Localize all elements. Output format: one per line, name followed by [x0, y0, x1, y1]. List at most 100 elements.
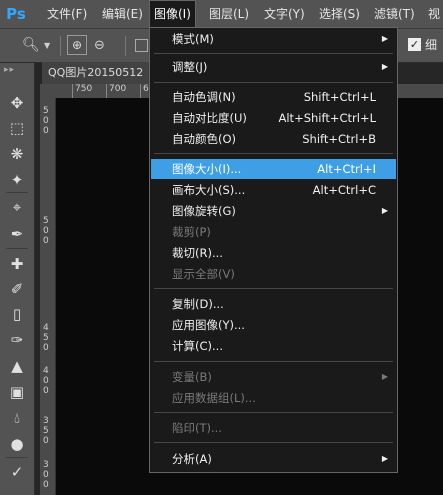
clone-stamp-tool-icon[interactable]: ▯ — [4, 303, 30, 325]
pen-tool-icon[interactable]: ✓ — [4, 461, 30, 483]
menu-item-calculations[interactable]: 计算(C)... — [151, 336, 396, 356]
menu-select[interactable]: 选择(S) — [319, 0, 360, 28]
ruler-label: 0 — [43, 236, 49, 246]
ruler-label: 3 — [43, 460, 49, 470]
menu-item-adjustments[interactable]: 调整(J) ▶ — [151, 57, 396, 77]
submenu-arrow-icon: ▶ — [381, 34, 388, 43]
menu-type[interactable]: 文字(Y) — [264, 0, 305, 28]
menu-item-canvas-size[interactable]: 画布大小(S)... Alt+Ctrl+C — [151, 180, 396, 200]
healing-brush-tool-icon[interactable]: ✚ — [4, 253, 30, 275]
menu-item-shortcut: Alt+Shift+Ctrl+L — [278, 111, 377, 125]
menu-item-image-size[interactable]: 图像大小(I)... Alt+Ctrl+I — [151, 159, 396, 179]
menu-item-analysis[interactable]: 分析(A) ▶ — [151, 449, 396, 469]
ruler-label: 4 — [43, 366, 49, 376]
menu-item-label: 模式(M) — [172, 32, 214, 46]
image-menu-dropdown: 模式(M) ▶ 调整(J) ▶ 自动色调(N) Shift+Ctrl+L 自动对… — [149, 27, 398, 473]
menu-item-label: 调整(J) — [172, 60, 208, 74]
menu-item-label: 分析(A) — [172, 452, 212, 466]
ruler-label: 0 — [43, 386, 49, 396]
tool-preset-dropdown-icon[interactable]: ▼ — [44, 29, 50, 62]
submenu-arrow-icon: ▶ — [381, 372, 388, 381]
zoom-out-icon[interactable]: ⊖ — [94, 29, 105, 62]
eraser-tool-icon[interactable]: ▲ — [4, 355, 30, 377]
ruler-vertical: 5 0 0 5 0 0 4 5 0 4 0 0 3 5 0 3 0 0 — [40, 98, 56, 495]
tools-panel: ▸▸ ✥ ⬚ ❋ ✦ ⌖ ✒ ✚ ✐ ▯ ✑ ▲ ▣ 💧︎ ● ✓ — [0, 63, 35, 495]
resize-windows-checkbox[interactable] — [135, 39, 148, 52]
menu-item-auto-contrast[interactable]: 自动对比度(U) Alt+Shift+Ctrl+L — [151, 108, 396, 128]
tool-divider — [6, 192, 28, 193]
menu-filter[interactable]: 滤镜(T) — [374, 0, 415, 28]
tool-divider — [6, 248, 28, 249]
menu-item-label: 变量(B) — [172, 370, 212, 384]
ruler-label: 0 — [43, 343, 49, 353]
ruler-label: 5 — [43, 106, 49, 116]
menu-image[interactable]: 图像(I) — [149, 0, 196, 27]
menu-item-auto-color[interactable]: 自动颜色(O) Shift+Ctrl+B — [151, 129, 396, 149]
menu-item-variables[interactable]: 变量(B) ▶ — [151, 367, 396, 387]
menu-view[interactable]: 视 — [428, 0, 440, 28]
ruler-label: 4 — [43, 323, 49, 333]
magic-wand-tool-icon[interactable]: ✦ — [4, 169, 30, 191]
menu-layer[interactable]: 图层(L) — [209, 0, 249, 28]
menu-separator — [154, 153, 393, 154]
menu-item-mode[interactable]: 模式(M) ▶ — [151, 29, 396, 49]
menu-item-label: 图像大小(I)... — [172, 162, 242, 176]
scrubby-zoom-checkbox[interactable]: ✓ — [408, 38, 421, 51]
menu-item-label: 裁剪(P) — [172, 225, 211, 239]
menu-item-shortcut: Alt+Ctrl+C — [312, 183, 376, 197]
menu-item-shortcut: Alt+Ctrl+I — [317, 162, 376, 176]
zoom-in-icon[interactable]: ⊕ — [67, 35, 87, 55]
menu-item-crop[interactable]: 裁剪(P) — [151, 222, 396, 242]
panel-grip-icon[interactable]: ▸▸ — [4, 65, 15, 75]
submenu-arrow-icon: ▶ — [381, 454, 388, 463]
ruler-label: 700 — [106, 84, 126, 98]
menu-item-apply-data-set[interactable]: 应用数据组(L)... — [151, 388, 396, 408]
menu-item-shortcut: Shift+Ctrl+L — [303, 90, 376, 104]
crop-tool-icon[interactable]: ⌖ — [4, 196, 30, 218]
menu-item-label: 应用图像(Y)... — [172, 318, 245, 332]
ruler-label: 0 — [43, 126, 49, 136]
blur-tool-icon[interactable]: 💧︎ — [4, 407, 30, 429]
ruler-label: 750 — [72, 84, 92, 98]
menu-item-label: 画布大小(S)... — [172, 183, 246, 197]
lasso-tool-icon[interactable]: ❋ — [4, 143, 30, 165]
menu-separator — [154, 82, 393, 83]
menu-item-label: 图像旋转(G) — [172, 204, 236, 218]
marquee-tool-icon[interactable]: ⬚ — [4, 117, 30, 139]
menu-item-trim[interactable]: 裁切(R)... — [151, 243, 396, 263]
tool-divider — [6, 457, 28, 458]
menu-item-label: 显示全部(V) — [172, 267, 235, 281]
ruler-label: 0 — [43, 116, 49, 126]
dodge-tool-icon[interactable]: ● — [4, 433, 30, 455]
menu-separator — [154, 288, 393, 289]
menu-separator — [154, 53, 393, 54]
menu-item-auto-tone[interactable]: 自动色调(N) Shift+Ctrl+L — [151, 87, 396, 107]
brush-tool-icon[interactable]: ✐ — [4, 278, 30, 300]
options-divider — [125, 36, 126, 56]
menu-item-duplicate[interactable]: 复制(D)... — [151, 294, 396, 314]
ruler-label: 0 — [43, 480, 49, 490]
menu-item-trap[interactable]: 陷印(T)... — [151, 418, 396, 438]
submenu-arrow-icon: ▶ — [381, 62, 388, 71]
menu-item-shortcut: Shift+Ctrl+B — [302, 132, 376, 146]
menu-file[interactable]: 文件(F) — [47, 0, 87, 28]
menu-item-label: 复制(D)... — [172, 297, 224, 311]
menu-item-image-rotation[interactable]: 图像旋转(G) ▶ — [151, 201, 396, 221]
ruler-label: 0 — [43, 436, 49, 446]
menu-item-label: 计算(C)... — [172, 339, 223, 353]
menu-item-apply-image[interactable]: 应用图像(Y)... — [151, 315, 396, 335]
document-tab[interactable]: QQ图片20150512 — [42, 62, 150, 84]
menu-separator — [154, 442, 393, 443]
history-brush-tool-icon[interactable]: ✑ — [4, 329, 30, 351]
zoom-tool-icon[interactable]: 🔍︎ — [22, 29, 40, 62]
menu-item-label: 自动颜色(O) — [172, 132, 237, 146]
ruler-label: 0 — [43, 226, 49, 236]
menu-edit[interactable]: 编辑(E) — [102, 0, 143, 28]
move-tool-icon[interactable]: ✥ — [4, 92, 30, 114]
gradient-tool-icon[interactable]: ▣ — [4, 381, 30, 403]
menu-bar: Ps 文件(F) 编辑(E) 图像(I) 图层(L) 文字(Y) 选择(S) 滤… — [0, 0, 443, 29]
menu-item-reveal-all[interactable]: 显示全部(V) — [151, 264, 396, 284]
ruler-label: 3 — [43, 416, 49, 426]
eyedropper-tool-icon[interactable]: ✒ — [4, 223, 30, 245]
ruler-label: 0 — [43, 376, 49, 386]
